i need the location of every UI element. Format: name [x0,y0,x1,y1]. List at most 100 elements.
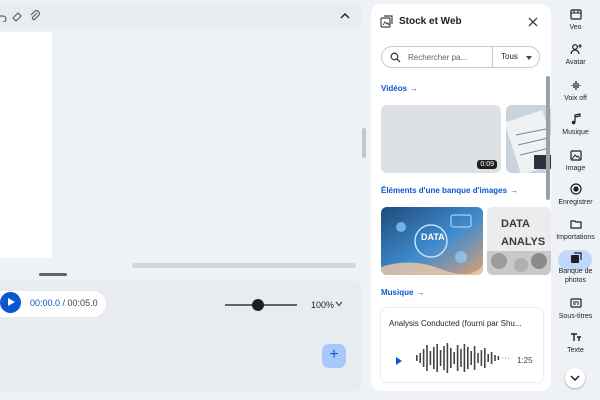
rail-item-label: Importations [556,234,595,241]
undo-icon[interactable] [0,10,7,22]
videos-label: Vidéos [381,84,408,93]
search-bar: Tous [381,46,540,68]
waveform-bar [433,347,435,369]
total-time: 00:05.0 [67,298,98,308]
waveform-bar [484,348,486,368]
rail-item-subtitles[interactable]: Sous-titres [553,297,598,321]
waveform-bar [443,346,445,370]
images-label: Éléments d'une banque d'images [381,186,508,195]
search-icon [390,52,401,63]
rail-item-image[interactable]: Image [553,149,598,173]
rail-item-label: Musique [562,129,589,136]
waveform-bar [436,344,438,372]
rail-item-label: Voix off [564,95,587,102]
waveform-bar [422,349,425,367]
close-icon[interactable] [527,16,539,28]
rail-item-folder[interactable]: Importations [553,218,598,242]
images-link[interactable]: Éléments d'une banque d'images → [381,186,518,195]
rail-more-button[interactable] [565,368,585,388]
waveform-bar [497,356,500,360]
arrow-right-icon: → [410,84,419,93]
folder-icon [569,220,582,229]
image-overlay-text-line1: DATA [501,218,530,230]
timeline-panel: 00:00.0 / 00:05.0 100% + [0,280,362,392]
video-thumbnail[interactable] [506,105,551,173]
music-label: Musique [381,288,414,297]
image-overlay-text-line2: ANALYS [501,236,545,248]
waveform-bar [439,350,442,366]
stock-media-icon [380,15,393,28]
editor-toolbar [0,4,362,28]
waveform-bar [429,351,432,365]
audio-track-card[interactable]: Analysis Conducted (fourni par Shu... 1:… [381,308,543,382]
stock-panel: Stock et Web Tous Vidéos→ 0:09 Éléments … [371,4,551,391]
chevron-down-icon [570,375,580,382]
current-time: 00:00.0 [30,298,61,308]
waveform-bar [416,355,418,361]
waveform-bar [419,353,421,363]
rail-item-voiceover[interactable]: Voix off [553,79,598,103]
stock-photo-icon [570,252,582,263]
chevron-down-icon[interactable] [335,301,343,307]
eraser-icon[interactable] [11,10,23,22]
waveform-bar [480,350,483,366]
audio-title: Analysis Conducted (fourni par Shu... [389,319,522,328]
canvas-area[interactable] [0,28,362,278]
music-link[interactable]: Musique → [381,288,424,297]
waveform-bar [453,352,455,364]
horizontal-scrollbar[interactable] [132,263,356,268]
music-icon [571,113,581,125]
attachment-icon[interactable] [29,10,41,22]
rail-item-stock-photo[interactable]: Banque de photos [553,252,598,285]
filter-select[interactable]: Tous [501,52,518,61]
waveform-bar [460,349,462,367]
videos-link[interactable]: Vidéos → [381,84,418,93]
filter-caret-icon[interactable] [526,56,532,60]
audio-play-icon[interactable] [396,357,402,365]
rail-item-avatar[interactable]: Avatar [553,43,598,67]
panel-resize-handle[interactable] [362,128,366,158]
time-readout: 00:00.0 / 00:05.0 [30,298,98,308]
image-icon [569,150,582,161]
slide-canvas[interactable] [0,32,52,258]
audio-duration: 1:25 [517,356,533,365]
search-divider [492,47,493,67]
timeline-resize-grip[interactable] [39,273,67,276]
image-thumbnail[interactable]: DATA ANALYS [487,207,551,275]
waveform [416,343,511,373]
image-thumbnail-art: DATA ANALYS [487,207,551,275]
waveform-bar [463,344,466,372]
zoom-level[interactable]: 100% [311,300,334,310]
rail-item-veo[interactable]: Veo [553,8,598,32]
panel-scrollbar[interactable] [546,76,550,200]
search-input[interactable] [408,50,488,64]
play-button[interactable] [0,292,21,313]
waveform-bar [456,345,459,371]
rail-item-label: Avatar [565,59,586,66]
subtitles-icon [569,298,582,308]
rail-item-music[interactable]: Musique [553,113,598,137]
arrow-right-icon: → [416,288,425,297]
waveform-bar [477,353,479,363]
avatar-icon [569,44,582,55]
rail-item-label: Texte [567,347,584,354]
zoom-slider-knob[interactable] [252,299,264,311]
video-thumbnail[interactable]: 0:09 [381,105,501,173]
video-thumbnail-image [506,105,551,173]
rail-item-text[interactable]: Texte [553,331,598,355]
chevron-up-icon[interactable] [338,10,352,22]
image-thumbnail[interactable]: DATA [381,207,483,275]
playback-controls: 00:00.0 / 00:05.0 [0,291,106,317]
waveform-bar [490,352,493,364]
waveform-bar [467,347,469,369]
veo-icon [569,9,582,20]
image-thumbnail-art: DATA [381,207,483,275]
image-overlay-text: DATA [421,232,445,242]
rail-item-record[interactable]: Enregistrer [553,183,598,207]
add-button[interactable]: + [322,344,346,368]
waveform-bar [446,343,449,373]
rail-item-label: Veo [569,24,582,31]
rail-item-label: Sous-titres [558,313,593,320]
waveform-bar [470,351,472,365]
rail-item-label: Enregistrer [558,199,593,206]
